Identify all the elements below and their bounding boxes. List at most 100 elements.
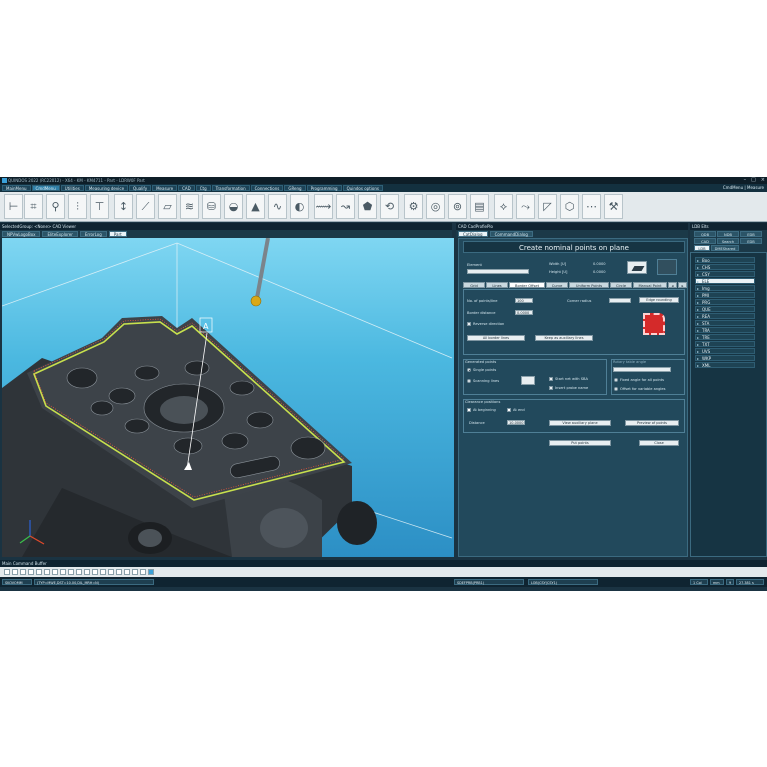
tab-qdb[interactable]: QDB: [694, 231, 716, 237]
insert-probe-checkbox[interactable]: [549, 386, 553, 390]
arrow-icon[interactable]: ⋯: [582, 194, 601, 219]
edge-rounding-button[interactable]: Edge rounding: [639, 297, 679, 303]
fixed-angle-radio[interactable]: [614, 378, 618, 382]
subtab-uniform-points[interactable]: Uniform Points: [569, 282, 609, 288]
cone-icon[interactable]: ▲: [246, 194, 265, 219]
tree-item-ele[interactable]: ELE: [695, 278, 755, 285]
nominal-icon[interactable]: ⟡: [494, 194, 513, 219]
disc-icon[interactable]: ◎: [426, 194, 445, 219]
tab-part[interactable]: Part: [108, 231, 127, 237]
sphere-icon[interactable]: ◒: [224, 194, 243, 219]
scanning-lines-radio[interactable]: [467, 379, 471, 383]
cmd-save-icon[interactable]: [20, 569, 26, 575]
cmd-paste-icon[interactable]: [44, 569, 50, 575]
subtab-circle[interactable]: Circle: [610, 282, 632, 288]
close-button[interactable]: Close: [639, 440, 679, 446]
border-distance-field[interactable]: 0.0000: [515, 310, 533, 315]
probe-icon[interactable]: ⊤: [90, 194, 109, 219]
menu-greng[interactable]: GReng: [284, 185, 306, 191]
cmd-copy-icon[interactable]: [36, 569, 42, 575]
tree-item-tre[interactable]: TRE: [695, 334, 755, 341]
tree-item-xml[interactable]: XML: [695, 362, 755, 369]
tree-item-sta[interactable]: STA: [695, 320, 755, 327]
minimize-icon[interactable]: –: [744, 177, 747, 184]
menu-measuring-device[interactable]: Measuring device: [84, 185, 129, 191]
arrow-icon[interactable]: ↕: [114, 194, 133, 219]
menu-utilities[interactable]: Utilities: [60, 185, 84, 191]
menu-measure[interactable]: Measure: [152, 185, 178, 191]
cmd-help-icon[interactable]: [140, 569, 146, 575]
measure-icon[interactable]: ⟋: [136, 194, 155, 219]
subtab-next-icon[interactable]: ▸: [678, 282, 687, 288]
tab-edb[interactable]: EDB: [740, 231, 762, 237]
tab-catdialog[interactable]: CatDialog: [458, 231, 488, 237]
tree-item-rea[interactable]: REA: [695, 313, 755, 320]
element-field[interactable]: [467, 269, 529, 274]
tree-item-csy[interactable]: CSY: [695, 271, 755, 278]
cylinder-icon[interactable]: ⛁: [202, 194, 221, 219]
start-net-checkbox[interactable]: [549, 377, 553, 381]
cmd-cut-icon[interactable]: [28, 569, 34, 575]
close-icon[interactable]: ×: [761, 177, 765, 184]
subtab-prev-icon[interactable]: ◂: [668, 282, 677, 288]
tool-icon[interactable]: ⚒: [604, 194, 623, 219]
shaft-icon[interactable]: ⫶: [68, 194, 87, 219]
maximize-icon[interactable]: □: [751, 177, 756, 184]
subtab-border-offset[interactable]: Border Offset: [509, 282, 545, 288]
keep-auxiliary-lines-button[interactable]: Keep as auxiliary lines: [535, 335, 593, 341]
subtab-grid[interactable]: Grid: [463, 282, 485, 288]
cmd-open-icon[interactable]: [12, 569, 18, 575]
gear-icon[interactable]: ⚙: [404, 194, 423, 219]
edge-icon[interactable]: ⟲: [380, 194, 399, 219]
cmd-undo-icon[interactable]: [52, 569, 58, 575]
menu-cmdmenu[interactable]: CmdMenu: [31, 185, 60, 191]
single-points-radio[interactable]: [467, 368, 471, 372]
cube-icon[interactable]: ⬡: [560, 194, 579, 219]
at-end-checkbox[interactable]: [507, 408, 511, 412]
menu-qualify[interactable]: Qualify: [129, 185, 152, 191]
measure-icon[interactable]: ⌗: [24, 194, 43, 219]
menu-ctg[interactable]: Ctg: [195, 185, 211, 191]
menu-programming[interactable]: Programming: [306, 185, 342, 191]
tree-item-que[interactable]: QUE: [695, 306, 755, 313]
cmd-check-icon[interactable]: [132, 569, 138, 575]
distance-field[interactable]: 10.0000: [507, 420, 525, 425]
tab-commanddialog[interactable]: CommandDialog: [489, 231, 533, 237]
cmd-find-icon[interactable]: [68, 569, 74, 575]
cad-viewport[interactable]: A: [2, 238, 454, 557]
menu-connections[interactable]: Connections: [250, 185, 284, 191]
tree-item-uvs[interactable]: UVS: [695, 348, 755, 355]
tab-eliteexplorer[interactable]: EliteExplorer: [42, 231, 78, 237]
menu-transformation[interactable]: Transformation: [211, 185, 250, 191]
tree-item-pmi[interactable]: PMI: [695, 292, 755, 299]
torus-icon[interactable]: ◐: [290, 194, 309, 219]
cmd-break-icon[interactable]: [108, 569, 114, 575]
points-per-line-field[interactable]: 100: [515, 298, 533, 303]
circle-icon[interactable]: ⊚: [448, 194, 467, 219]
tab-cad[interactable]: CAD: [694, 238, 716, 244]
menu-cad[interactable]: CAD: [178, 185, 195, 191]
cmd-watch-icon[interactable]: [116, 569, 122, 575]
reverse-direction-checkbox[interactable]: [467, 322, 471, 326]
tab-edb-2[interactable]: EDB: [740, 238, 762, 244]
tab-errorlog[interactable]: ErrorLog: [79, 231, 107, 237]
scanning-lines-field[interactable]: [521, 376, 535, 385]
subtab-curve[interactable]: Curve: [546, 282, 568, 288]
tree-item-txt[interactable]: TXT: [695, 341, 755, 348]
tree-item-img[interactable]: Img: [695, 285, 755, 292]
cmd-new-icon[interactable]: [4, 569, 10, 575]
tab-ldb[interactable]: LDB: [694, 245, 710, 251]
cmd-debug-icon[interactable]: [100, 569, 106, 575]
tree-item-boo[interactable]: Boo: [695, 257, 755, 264]
menu-quindos-options[interactable]: Quindos options: [342, 185, 383, 191]
corner-radius-field[interactable]: [609, 298, 631, 303]
cmd-run-icon[interactable]: [76, 569, 82, 575]
tree-item-tra[interactable]: TRA: [695, 327, 755, 334]
surface-icon[interactable]: ▱: [158, 194, 177, 219]
probe-icon[interactable]: ⚲: [46, 194, 65, 219]
cmd-step-icon[interactable]: [84, 569, 90, 575]
spring-icon[interactable]: ≋: [180, 194, 199, 219]
rotary-table-field[interactable]: [613, 367, 671, 372]
tree-item-chs[interactable]: CHS: [695, 264, 755, 271]
page-icon[interactable]: ▤: [470, 194, 489, 219]
